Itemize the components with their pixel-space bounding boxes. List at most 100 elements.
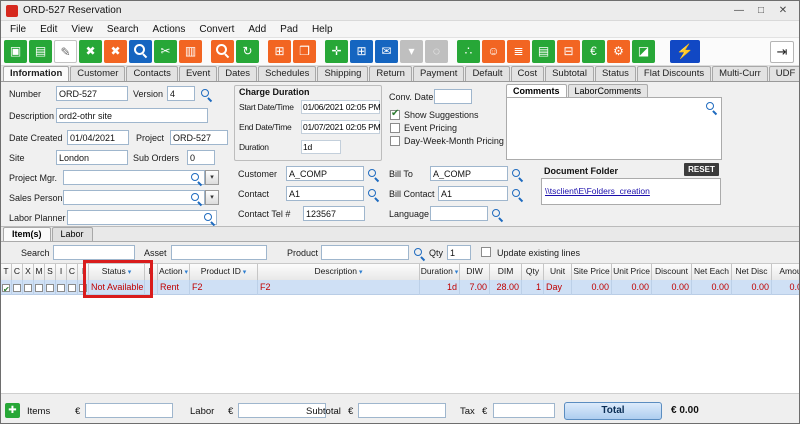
column-header-net-disc[interactable]: Net Disc [732,264,772,280]
menu-search[interactable]: Search [100,24,146,35]
checkbox-icon[interactable] [35,284,43,292]
column-header-amou[interactable]: Amou [772,264,799,280]
subtotal-input[interactable] [358,403,446,418]
column-header-unit-price[interactable]: Unit Price [612,264,652,280]
date-created-input[interactable] [67,130,129,145]
minimize-button[interactable]: — [728,5,750,16]
cell-l[interactable] [145,280,158,295]
tab-multi-curr[interactable]: Multi-Curr [712,66,768,81]
sub-orders-input[interactable] [187,150,215,165]
search-icon[interactable] [190,192,202,204]
row-checkbox-cell[interactable] [78,280,89,295]
tab-information[interactable]: Information [3,66,69,81]
settings-icon[interactable]: ⚙ [607,40,630,63]
message-icon[interactable]: ✉ [375,40,398,63]
row-checkbox-cell[interactable] [45,280,56,295]
power-icon[interactable]: ⚡ [670,40,700,63]
column-header-unit[interactable]: Unit [544,264,572,280]
currency-icon[interactable]: € [582,40,605,63]
contact-tel-input[interactable] [303,206,365,221]
language-input[interactable] [430,206,488,221]
column-header-duration[interactable]: Duration [420,264,460,280]
search-icon[interactable] [511,188,523,200]
row-checkbox-cell[interactable] [23,280,34,295]
column-header-m[interactable]: M [34,264,45,280]
checkbox-icon[interactable] [57,284,65,292]
cell-action[interactable]: Rent [158,280,190,295]
version-input[interactable] [167,86,195,101]
checkbox-icon[interactable] [46,284,54,292]
conv-date-input[interactable] [434,89,472,104]
product-input[interactable] [321,245,409,260]
save-icon[interactable]: ▣ [4,40,27,63]
tab-item-s[interactable]: Item(s) [3,227,51,241]
sales-person-input[interactable] [63,190,205,205]
table-row[interactable]: Not AvailableRentF2F21d7.0028.001Day0.00… [1,280,799,295]
tasks-icon[interactable]: ≣ [507,40,530,63]
checkbox-icon[interactable] [2,284,10,292]
reset-button[interactable]: RESET [684,163,719,176]
menu-help[interactable]: Help [305,24,340,35]
tab-flat-discounts[interactable]: Flat Discounts [637,66,711,81]
project-input[interactable] [170,130,228,145]
checkbox-icon[interactable] [390,123,400,133]
dropdown-icon[interactable]: ▾ [205,190,219,205]
search-icon[interactable] [413,247,425,259]
customer-input[interactable] [286,166,364,181]
search-icon[interactable] [705,101,717,113]
row-checkbox-cell[interactable] [12,280,23,295]
search-icon[interactable] [200,88,212,100]
chart-icon[interactable]: ◪ [632,40,655,63]
column-header-product-id[interactable]: Product ID [190,264,258,280]
tab-customer[interactable]: Customer [70,66,125,81]
tab-cost[interactable]: Cost [511,66,545,81]
cart-icon[interactable]: ⊞ [268,40,291,63]
menu-add[interactable]: Add [241,24,273,35]
checkbox-icon[interactable] [13,284,21,292]
menu-actions[interactable]: Actions [146,24,193,35]
cell-status[interactable]: Not Available [89,280,145,295]
delete-icon[interactable]: ✖ [79,40,102,63]
row-checkbox-cell[interactable] [56,280,67,295]
column-header-qty[interactable]: Qty [522,264,544,280]
row-checkbox-cell[interactable] [67,280,78,295]
refresh-icon[interactable]: ↻ [236,40,259,63]
checkbox-icon[interactable] [79,284,87,292]
paste-icon[interactable]: ▥ [179,40,202,63]
share-icon[interactable]: ∴ [457,40,480,63]
column-header-i[interactable]: I [56,264,67,280]
column-header-discount[interactable]: Discount [652,264,692,280]
column-header-x[interactable]: X [23,264,34,280]
labor-planner-input[interactable] [67,210,217,225]
checkbox-icon[interactable] [390,136,400,146]
tab-shipping[interactable]: Shipping [317,66,368,81]
add-line-icon[interactable]: ✚ [5,403,20,418]
site-input[interactable] [56,150,128,165]
checkbox-icon[interactable] [390,110,400,120]
cell-dim[interactable]: 28.00 [490,280,522,295]
bill-to-input[interactable] [430,166,508,181]
contact-input[interactable] [286,186,364,201]
search-icon[interactable] [367,168,379,180]
column-header-description[interactable]: Description [258,264,420,280]
menu-pad[interactable]: Pad [273,24,305,35]
column-header-l[interactable]: L [145,264,158,280]
tab-return[interactable]: Return [369,66,412,81]
exit-icon[interactable]: ⇥ [770,41,794,63]
asset-input[interactable] [171,245,267,260]
items-total-input[interactable] [85,403,173,418]
tab-udf[interactable]: UDF [769,66,800,81]
menu-edit[interactable]: Edit [33,24,64,35]
cell-discount[interactable]: 0.00 [652,280,692,295]
checkbox-icon[interactable] [68,284,76,292]
update-lines-checkbox[interactable] [481,247,491,257]
column-header-i[interactable]: I [78,264,89,280]
column-header-c[interactable]: C [12,264,23,280]
document-folder-link[interactable]: \\tsclient\E\Folders_creation [545,186,650,196]
document-icon[interactable]: ▤ [532,40,555,63]
column-header-site-price[interactable]: Site Price [572,264,612,280]
edit-icon[interactable]: ✎ [54,40,77,63]
checkbox-icon[interactable] [24,284,32,292]
search-icon[interactable] [190,172,202,184]
menu-convert[interactable]: Convert [192,24,241,35]
